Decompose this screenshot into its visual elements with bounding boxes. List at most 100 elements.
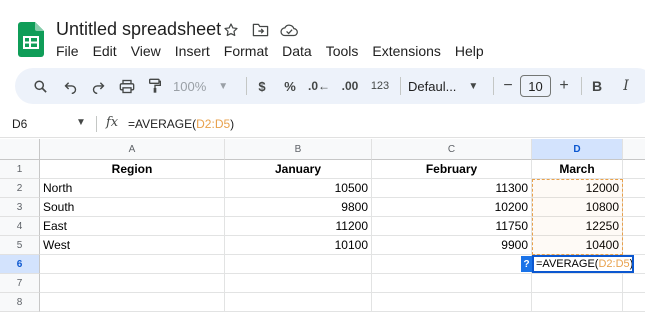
- font-size-input[interactable]: 10: [520, 75, 551, 97]
- sheets-logo-icon[interactable]: [18, 22, 44, 57]
- formula-prefix: =AVERAGE(: [128, 117, 197, 131]
- cell-b8[interactable]: [225, 293, 372, 312]
- cell-b4[interactable]: 11200: [225, 217, 372, 236]
- menu-file[interactable]: File: [56, 43, 79, 59]
- formula-bar: D6 ▼ fx =AVERAGE(D2:D5): [0, 112, 645, 138]
- cell-e2[interactable]: [623, 179, 645, 198]
- cell-c1[interactable]: February: [372, 160, 532, 179]
- currency-format-button[interactable]: $: [252, 68, 272, 104]
- document-title[interactable]: Untitled spreadsheet: [56, 19, 221, 40]
- column-header-b[interactable]: B: [225, 139, 372, 160]
- decrease-decimal-button[interactable]: .0←: [307, 68, 331, 104]
- cell-c3[interactable]: 10200: [372, 198, 532, 217]
- paint-format-icon[interactable]: [142, 68, 168, 104]
- menu-help[interactable]: Help: [455, 43, 484, 59]
- toolbar-divider: [493, 77, 494, 95]
- cell-b3[interactable]: 9800: [225, 198, 372, 217]
- cell-c5[interactable]: 9900: [372, 236, 532, 255]
- cell-d2[interactable]: 12000: [532, 179, 623, 198]
- select-all-corner[interactable]: [0, 139, 40, 160]
- cell-a2[interactable]: North: [40, 179, 225, 198]
- more-formats-button[interactable]: 123: [367, 68, 393, 104]
- cell-d4[interactable]: 12250: [532, 217, 623, 236]
- cell-d3[interactable]: 10800: [532, 198, 623, 217]
- move-to-folder-icon[interactable]: [251, 21, 269, 39]
- menu-format[interactable]: Format: [224, 43, 268, 59]
- cell-c7[interactable]: [372, 274, 532, 293]
- zoom-select[interactable]: 100% ▼: [173, 68, 235, 104]
- row-header[interactable]: 4: [0, 217, 40, 236]
- cell-c8[interactable]: [372, 293, 532, 312]
- cell-d8[interactable]: [532, 293, 623, 312]
- row-header[interactable]: 6: [0, 255, 40, 274]
- cell-e7[interactable]: [623, 274, 645, 293]
- toolbar-divider: [246, 77, 247, 95]
- row-header[interactable]: 7: [0, 274, 40, 293]
- font-family-value: Defaul...: [408, 78, 457, 94]
- print-icon[interactable]: [114, 68, 140, 104]
- cell-b6[interactable]: [225, 255, 372, 274]
- menu-extensions[interactable]: Extensions: [372, 43, 440, 59]
- row-header[interactable]: 3: [0, 198, 40, 217]
- cell-e3[interactable]: [623, 198, 645, 217]
- percent-format-button[interactable]: %: [280, 68, 300, 104]
- cell-a1[interactable]: Region: [40, 160, 225, 179]
- column-header-d[interactable]: D: [532, 139, 623, 160]
- menu-bar: File Edit View Insert Format Data Tools …: [56, 43, 498, 59]
- cell-a6[interactable]: [40, 255, 225, 274]
- search-menus-icon[interactable]: [27, 68, 53, 104]
- cell-c6[interactable]: [372, 255, 532, 274]
- cell-c4[interactable]: 11750: [372, 217, 532, 236]
- cell-c2[interactable]: 11300: [372, 179, 532, 198]
- italic-button[interactable]: I: [617, 68, 635, 104]
- cell-d5[interactable]: 10400: [532, 236, 623, 255]
- toolbar-divider: [400, 77, 401, 95]
- menu-view[interactable]: View: [131, 43, 161, 59]
- cell-e4[interactable]: [623, 217, 645, 236]
- column-header-a[interactable]: A: [40, 139, 225, 160]
- cell-b5[interactable]: 10100: [225, 236, 372, 255]
- cell-a8[interactable]: [40, 293, 225, 312]
- cell-d7[interactable]: [532, 274, 623, 293]
- star-icon[interactable]: [222, 21, 240, 39]
- decrease-font-size-button[interactable]: −: [499, 68, 517, 104]
- cell-a7[interactable]: [40, 274, 225, 293]
- undo-icon[interactable]: [57, 68, 83, 104]
- cell-b1[interactable]: January: [225, 160, 372, 179]
- cell-b2[interactable]: 10500: [225, 179, 372, 198]
- column-header-c[interactable]: C: [372, 139, 532, 160]
- fx-icon: fx: [106, 115, 119, 130]
- edit-range-ref: D2:D5: [598, 258, 630, 270]
- edit-prefix: =AVERAGE(: [536, 258, 599, 270]
- menu-data[interactable]: Data: [282, 43, 312, 59]
- redo-icon[interactable]: [85, 68, 111, 104]
- row-header[interactable]: 1: [0, 160, 40, 179]
- column-header-e[interactable]: [623, 139, 645, 160]
- cell-e1[interactable]: [623, 160, 645, 179]
- font-family-select[interactable]: Defaul... ▼: [408, 68, 488, 104]
- cloud-saved-icon[interactable]: [280, 21, 298, 39]
- cell-d1[interactable]: March: [532, 160, 623, 179]
- menu-edit[interactable]: Edit: [93, 43, 117, 59]
- name-box[interactable]: D6: [12, 117, 27, 131]
- cell-a4[interactable]: East: [40, 217, 225, 236]
- increase-decimal-button[interactable]: .00: [337, 68, 363, 104]
- increase-font-size-button[interactable]: +: [555, 68, 573, 104]
- cell-a3[interactable]: South: [40, 198, 225, 217]
- menu-tools[interactable]: Tools: [326, 43, 359, 59]
- cell-e5[interactable]: [623, 236, 645, 255]
- cell-editor-d6[interactable]: =AVERAGE(D2:D5): [532, 255, 634, 273]
- menu-insert[interactable]: Insert: [175, 43, 210, 59]
- cell-b7[interactable]: [225, 274, 372, 293]
- formula-divider: [96, 116, 97, 132]
- name-box-chevron-icon[interactable]: ▼: [76, 117, 86, 128]
- formula-input[interactable]: =AVERAGE(D2:D5): [128, 117, 234, 131]
- formula-help-button[interactable]: ?: [521, 256, 532, 272]
- bold-button[interactable]: B: [588, 68, 606, 104]
- cell-a5[interactable]: West: [40, 236, 225, 255]
- row-header[interactable]: 5: [0, 236, 40, 255]
- cell-e8[interactable]: [623, 293, 645, 312]
- row-header[interactable]: 8: [0, 293, 40, 312]
- row-header[interactable]: 2: [0, 179, 40, 198]
- spreadsheet-grid: A B C D 1 2 3 4 5 6 7 8 Region January F…: [0, 139, 645, 319]
